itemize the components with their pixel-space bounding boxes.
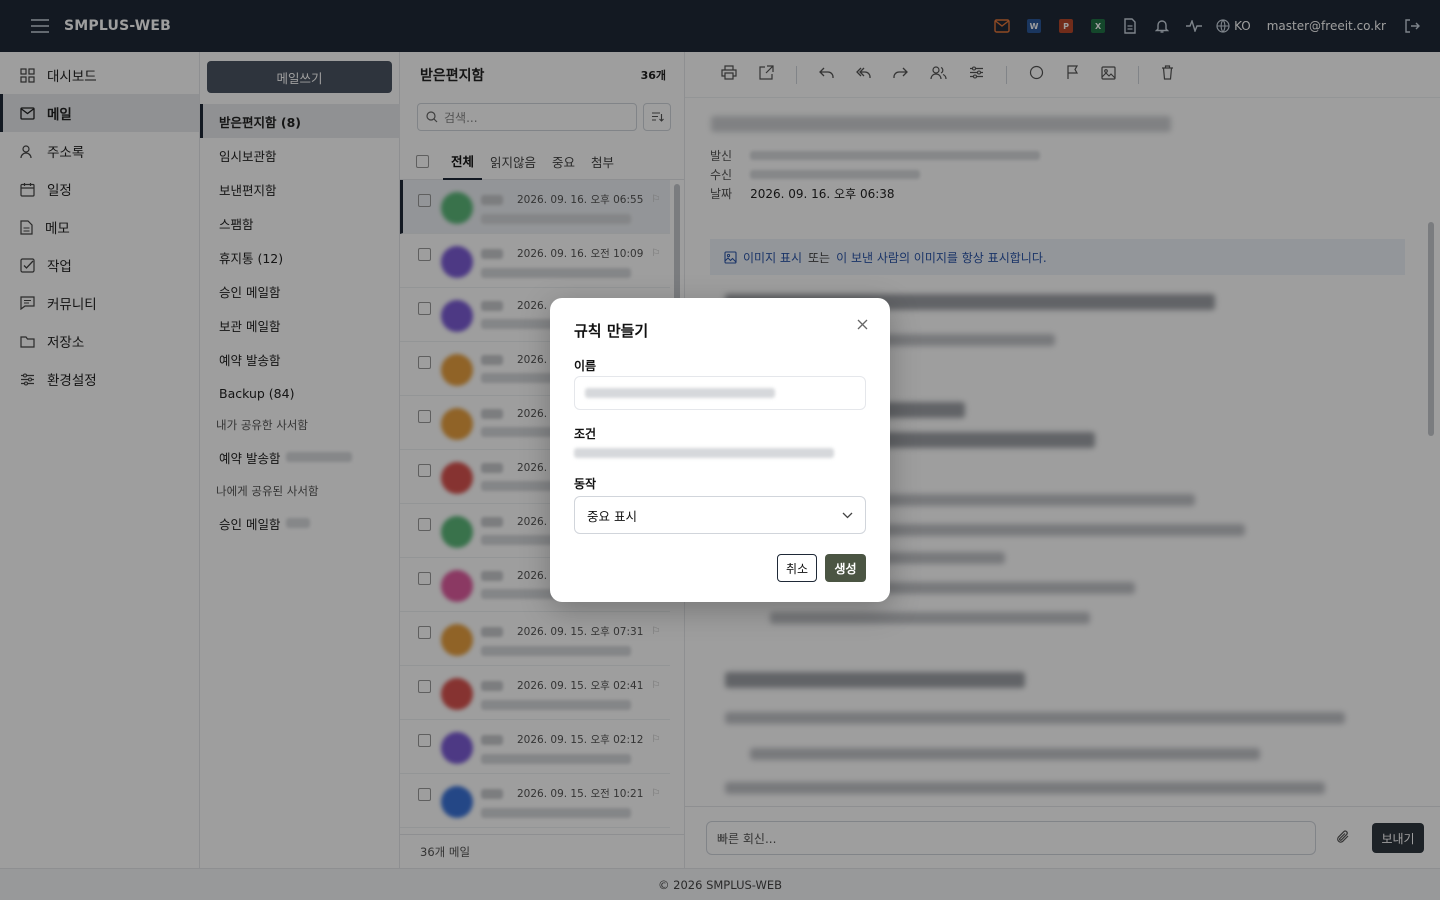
create-rule-dialog: 규칙 만들기 이름 조건 동작 중요 표시 취소 생성 <box>550 298 890 602</box>
action-label: 동작 <box>574 477 597 491</box>
chevron-down-icon <box>842 512 853 518</box>
condition-value-redacted <box>574 448 834 458</box>
action-selected-value: 중요 표시 <box>587 508 637 524</box>
rule-name-input[interactable] <box>574 376 866 410</box>
rule-name-value-redacted <box>585 388 775 398</box>
close-icon[interactable] <box>854 316 870 332</box>
create-button[interactable]: 생성 <box>825 554 866 582</box>
cancel-button[interactable]: 취소 <box>777 554 817 582</box>
action-select[interactable]: 중요 표시 <box>574 496 866 534</box>
condition-label: 조건 <box>574 427 597 441</box>
name-label: 이름 <box>574 359 597 373</box>
dialog-title: 규칙 만들기 <box>574 322 649 340</box>
